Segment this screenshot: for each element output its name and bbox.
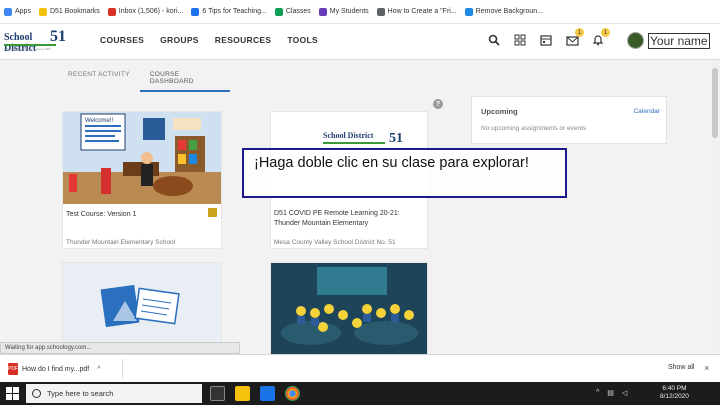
- show-all-button[interactable]: Show all: [668, 364, 694, 371]
- folder-icon: [38, 7, 47, 16]
- course-title[interactable]: Test Course: Version 1: [66, 210, 136, 220]
- search-icon[interactable]: [486, 32, 502, 48]
- instruction-callout: ¡Haga doble clic en su clase para explor…: [242, 148, 567, 198]
- svg-text:51: 51: [389, 131, 403, 146]
- page-icon: [464, 7, 473, 16]
- task-view-icon[interactable]: [210, 386, 225, 401]
- calendar-link[interactable]: Calendar: [634, 108, 660, 115]
- chrome-icon[interactable]: [285, 386, 300, 401]
- course-card[interactable]: [270, 262, 428, 355]
- site-header: School District 51 Achieving excellence …: [0, 24, 720, 60]
- page-icon: [376, 7, 385, 16]
- course-thumbnail: [271, 263, 427, 355]
- welcome-text: Welcome!!: [85, 118, 114, 124]
- loading-status: Waiting for app.schoology.com...: [0, 342, 240, 354]
- nav-resources[interactable]: RESOURCES: [215, 35, 272, 45]
- search-icon: [32, 389, 41, 398]
- callout-text: ¡Haga doble clic en su clase para explor…: [254, 155, 529, 171]
- taskbar-clock[interactable]: 6:40 PM 8/12/2020: [660, 385, 689, 401]
- pdf-icon: PDF: [8, 363, 18, 375]
- bookmark-howto[interactable]: How to Create a "Fri...: [376, 7, 457, 16]
- bookmark-classes[interactable]: Classes: [274, 7, 311, 16]
- apps-icon: [4, 7, 12, 16]
- bookmark-tips[interactable]: 6 Tips for Teaching...: [191, 7, 267, 16]
- course-thumbnail: Welcome!!: [63, 112, 221, 204]
- bookmark-students[interactable]: My Students: [318, 7, 369, 16]
- download-shelf: PDF How do I find my...pdf ^ Show all ×: [0, 354, 720, 382]
- bookmark-folder[interactable]: D51 Bookmarks: [38, 7, 100, 16]
- taskbar-search[interactable]: Type here to search: [26, 384, 202, 403]
- avatar[interactable]: [627, 32, 644, 49]
- download-item[interactable]: PDF How do I find my...pdf ^: [8, 363, 100, 375]
- upcoming-panel: Upcoming Calendar No upcoming assignment…: [471, 96, 667, 144]
- course-card[interactable]: Welcome!! Test Course: Version 1 Thunder…: [62, 111, 222, 249]
- help-icon[interactable]: ?: [433, 99, 443, 109]
- chevron-up-icon[interactable]: ^: [596, 389, 599, 397]
- tab-course-dashboard[interactable]: COURSE DASHBOARD: [139, 68, 230, 92]
- nav-groups[interactable]: GROUPS: [160, 35, 199, 45]
- course-school: Mesa County Valley School District No. 5…: [274, 239, 396, 246]
- file-explorer-icon[interactable]: [235, 386, 250, 401]
- course-badge-icon: [208, 208, 217, 217]
- network-icon[interactable]: ▤: [607, 389, 614, 397]
- system-tray: ^ ▤ ◁: [596, 389, 627, 397]
- chevron-up-icon[interactable]: ^: [97, 366, 100, 373]
- scrollbar-thumb[interactable]: [712, 68, 718, 138]
- mail-badge: 1: [575, 28, 584, 37]
- download-filename: How do I find my...pdf: [22, 365, 90, 373]
- course-school: Thunder Mountain Elementary School: [66, 239, 176, 246]
- bell-badge: 1: [601, 28, 610, 37]
- bookmark-gmail[interactable]: Inbox (1,506) - kori...: [107, 7, 183, 16]
- clock-time: 6:40 PM: [662, 385, 687, 392]
- user-name[interactable]: Your name: [648, 33, 710, 49]
- mail-icon[interactable]: 1: [564, 28, 584, 48]
- district-logo[interactable]: School District 51 Achieving excellence …: [4, 28, 66, 54]
- upcoming-empty: No upcoming assignments or events: [481, 125, 587, 132]
- grid-icon[interactable]: [512, 32, 528, 48]
- windows-start-icon[interactable]: [6, 387, 19, 400]
- gmail-icon: [107, 7, 116, 16]
- course-title[interactable]: D51 COVID PE Remote Learning 20-21: Thun…: [274, 209, 424, 229]
- page-icon: [318, 7, 327, 16]
- nav-courses[interactable]: COURSES: [100, 35, 144, 45]
- volume-icon[interactable]: ◁: [622, 389, 627, 397]
- page-icon: [191, 7, 200, 16]
- dashboard-tabs: RECENT ACTIVITY COURSE DASHBOARD: [58, 68, 230, 92]
- upcoming-heading: Upcoming: [481, 107, 518, 116]
- bookmark-removebg[interactable]: Remove Backgroun...: [464, 7, 543, 16]
- bell-icon[interactable]: 1: [590, 28, 610, 48]
- nav-tools[interactable]: TOOLS: [287, 35, 318, 45]
- bookmark-apps[interactable]: Apps: [4, 7, 31, 16]
- tab-recent-activity[interactable]: RECENT ACTIVITY: [58, 68, 140, 92]
- edge-icon[interactable]: [260, 386, 275, 401]
- windows-taskbar: Type here to search ^ ▤ ◁ 6:40 PM 8/12/2…: [0, 382, 720, 405]
- course-card[interactable]: [62, 262, 222, 355]
- taskbar-search-placeholder: Type here to search: [47, 389, 114, 398]
- svg-text:School District: School District: [323, 131, 374, 140]
- bookmarks-bar: Apps D51 Bookmarks Inbox (1,506) - kori.…: [0, 0, 720, 24]
- calendar-icon[interactable]: [538, 32, 554, 48]
- page-scrollbar[interactable]: [710, 60, 720, 354]
- clock-date: 8/12/2020: [660, 393, 689, 400]
- close-icon[interactable]: ×: [704, 363, 709, 373]
- classroom-icon: [274, 7, 283, 16]
- main-nav: COURSES GROUPS RESOURCES TOOLS: [100, 35, 318, 45]
